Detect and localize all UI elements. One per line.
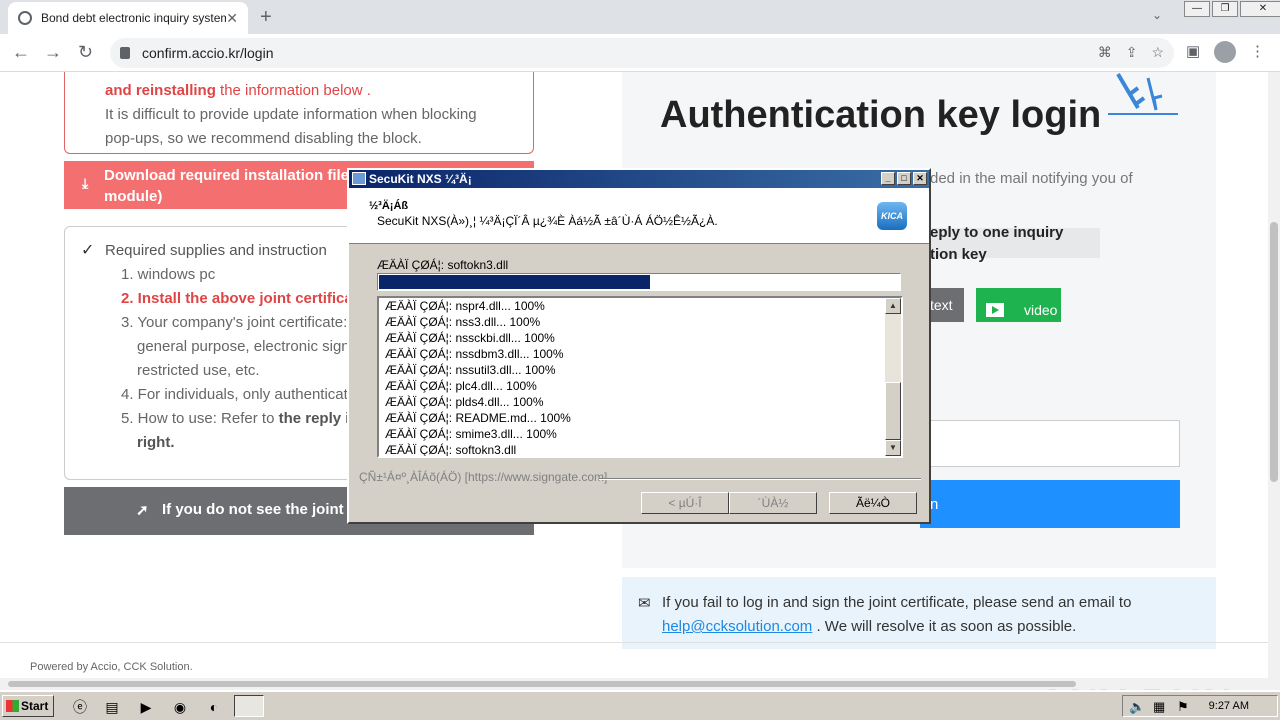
help-email-link[interactable]: help@ccksolution.com (662, 618, 812, 635)
scroll-up-icon[interactable]: ▲ (885, 298, 901, 314)
close-icon[interactable]: ✕ (913, 172, 927, 185)
key-icon (1108, 72, 1178, 115)
minimize-icon[interactable]: _ (881, 172, 895, 185)
menu-icon[interactable]: ⋮ (1250, 42, 1265, 60)
installer-dialog: SecuKit NXS ¼³Ä¡ _ □ ✕ ½³Ä¡Áß SecuKit NX… (347, 168, 931, 524)
start-button[interactable]: Start (2, 695, 54, 717)
maximize-icon[interactable]: ❐ (1212, 1, 1238, 17)
cursor-icon: ➚ (136, 502, 149, 519)
notice-highlight: and reinstalling (105, 82, 216, 99)
kica-logo: KICA (877, 202, 907, 230)
window-controls: — ❐ ✕ (1182, 1, 1280, 17)
dialog-header: ½³Ä¡Áß SecuKit NXS(À»)¸¦ ¼³Ä¡ÇÏ´Â µ¿¾È À… (349, 188, 929, 244)
media-player-icon[interactable]: ▶ (136, 697, 156, 717)
footer-text: Powered by Accio, CCK Solution. (30, 661, 193, 673)
help-box: ✉ If you fail to log in and sign the joi… (622, 577, 1216, 649)
reply-text: eply to one inquiry tion key (930, 224, 1064, 263)
share-icon[interactable]: ⇪ (1126, 44, 1138, 61)
tab-title: Bond debt electronic inquiry system (41, 11, 227, 25)
auth-description: ded in the mail notifying you of (930, 170, 1133, 187)
footer-divider (0, 642, 1268, 643)
globe-icon (18, 11, 32, 25)
profile-avatar[interactable] (1214, 41, 1236, 63)
log-line: ÆÄÀÏ ÇØÁ¦: nssdbm3.dll... 100% (385, 347, 564, 361)
star-icon[interactable]: ☆ (1151, 44, 1164, 61)
app-icon (352, 172, 366, 185)
log-line: ÆÄÀÏ ÇØÁ¦: plds4.dll... 100% (385, 395, 544, 409)
network-icon[interactable]: ▦ (1153, 699, 1165, 715)
log-scrollbar[interactable]: ▲ ▼ (885, 298, 901, 456)
log-line: ÆÄÀÏ ÇØÁ¦: nssckbi.dll... 100% (385, 331, 555, 345)
chevron-down-icon[interactable]: ⌄ (1152, 8, 1162, 22)
maximize-icon[interactable]: □ (897, 172, 911, 185)
page-title: Authentication key login (660, 94, 1102, 136)
cancel-button[interactable]: Ãë¼Ò (829, 492, 917, 514)
minimize-icon[interactable]: — (1184, 1, 1210, 17)
folder-icon[interactable]: ▤ (102, 697, 122, 717)
flag-icon[interactable]: ⚑ (1177, 699, 1189, 715)
ie-icon[interactable]: ⓔ (70, 697, 90, 717)
footer-divider (599, 478, 921, 480)
video-button[interactable]: video (976, 288, 1061, 322)
browser-tab[interactable]: Bond debt electronic inquiry system ✕ (8, 2, 248, 34)
chrome-icon[interactable]: ◉ (170, 697, 190, 717)
check-icon: ✓ (81, 242, 95, 259)
video-label: video (1024, 301, 1058, 318)
close-tab-icon[interactable]: ✕ (226, 10, 238, 27)
mail-icon: ✉ (638, 595, 651, 612)
log-line: ÆÄÀÏ ÇØÁ¦: README.md... 100% (385, 411, 571, 425)
edge-icon[interactable]: ◐ (204, 697, 224, 717)
dialog-title: SecuKit NXS ¼³Ä¡ (369, 172, 472, 186)
lock-icon (120, 47, 130, 59)
notice-paragraph: It is difficult to provide update inform… (105, 106, 477, 147)
login-label: n (930, 496, 939, 513)
vertical-scrollbar[interactable] (1268, 72, 1280, 690)
dialog-titlebar[interactable]: SecuKit NXS ¼³Ä¡ _ □ ✕ (349, 170, 929, 188)
taskbar-task-secukit[interactable] (234, 695, 264, 717)
next-button[interactable]: ´ÙÀ½ (729, 492, 817, 514)
volume-icon[interactable]: 🔈 (1129, 699, 1145, 715)
download-icon: ⤓ (82, 175, 89, 191)
taskbar: Start ⓔ ▤ ▶ ◉ ◐ 🔈 ▦ ⚑ 9:27 AM (0, 690, 1280, 720)
tab-bar: Bond debt electronic inquiry system ✕ + … (0, 0, 1280, 34)
dialog-heading: ½³Ä¡Áß (369, 200, 409, 212)
certificate-help-label: If you do not see the joint (162, 501, 344, 518)
dialog-subheading: SecuKit NXS(À»)¸¦ ¼³Ä¡ÇÏ´Â µ¿¾È Àá½Ã ±â´… (377, 214, 718, 228)
back-icon[interactable]: ← (12, 42, 30, 63)
system-tray: 🔈 ▦ ⚑ 9:27 AM (1122, 695, 1278, 717)
back-button[interactable]: < µÚ·Î (641, 492, 729, 514)
new-tab-icon[interactable]: + (260, 6, 272, 29)
notice-rest: the information below . (220, 82, 371, 99)
login-button[interactable]: n (920, 480, 1180, 528)
close-window-icon[interactable]: ✕ (1240, 1, 1280, 17)
sidepanel-icon[interactable]: ▣ (1186, 42, 1200, 60)
translate-icon[interactable]: ⌘ (1098, 44, 1112, 61)
browser-toolbar: ← → ↻ confirm.accio.kr/login ⌘ ⇪ ☆ ▣ ⋮ (0, 34, 1280, 72)
notice-box: and reinstalling the information below .… (64, 72, 534, 154)
progress-bar (377, 273, 901, 291)
dialog-footer: ÇÑ±¹Á¤º¸ÀÎÁõ(ÁÖ) [https://www.signgate.c… (359, 470, 608, 484)
log-line: ÆÄÀÏ ÇØÁ¦: plc4.dll... 100% (385, 379, 537, 393)
log-line: ÆÄÀÏ ÇØÁ¦: nss3.dll... 100% (385, 315, 541, 329)
forward-icon[interactable]: → (44, 42, 62, 63)
address-bar[interactable]: confirm.accio.kr/login ⌘ ⇪ ☆ (110, 38, 1174, 68)
url-text: confirm.accio.kr/login (142, 45, 274, 61)
help-text: If you fail to log in and sign the joint… (662, 594, 1132, 611)
reload-icon[interactable]: ↻ (78, 42, 93, 63)
watermark: ANY RUN (1038, 682, 1234, 690)
log-line: ÆÄÀÏ ÇØÁ¦: nssutil3.dll... 100% (385, 363, 556, 377)
scroll-down-icon[interactable]: ▼ (885, 440, 901, 456)
log-line: ÆÄÀÏ ÇØÁ¦: smime3.dll... 100% (385, 427, 557, 441)
help-rest: . We will resolve it as soon as possible… (816, 618, 1077, 635)
scroll-thumb[interactable] (885, 382, 901, 440)
log-line: ÆÄÀÏ ÇØÁ¦: softokn3.dll (385, 443, 517, 457)
auth-key-input[interactable] (920, 420, 1180, 467)
windows-flag-icon (6, 700, 19, 712)
clock: 9:27 AM (1208, 700, 1249, 712)
log-line: ÆÄÀÏ ÇØÁ¦: nspr4.dll... 100% (385, 299, 545, 313)
play-icon (986, 302, 1004, 317)
log-list[interactable]: ÆÄÀÏ ÇØÁ¦: nspr4.dll... 100% ÆÄÀÏ ÇØÁ¦: n… (377, 296, 903, 458)
extract-status: ÆÄÀÏ ÇØÁ¦: softokn3.dll (377, 258, 509, 272)
